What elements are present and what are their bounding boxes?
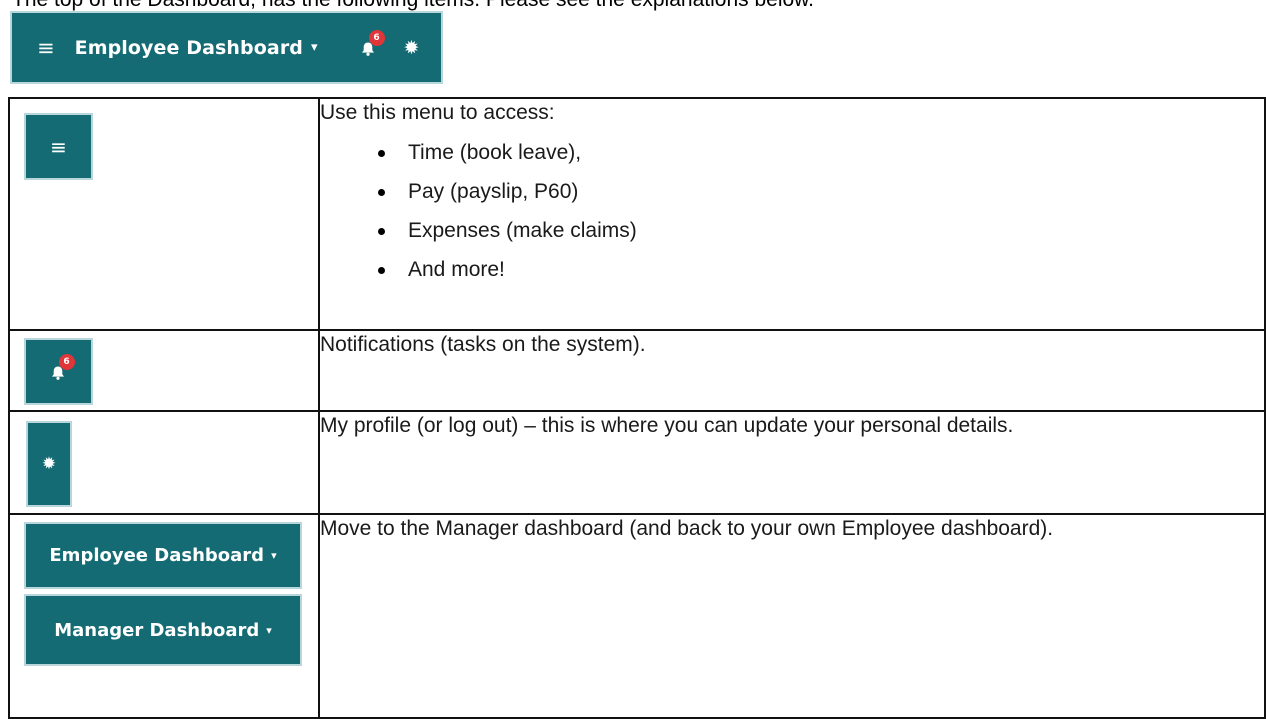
row-description: Notifications (tasks on the system). [320,333,646,356]
list-item: Expenses (make claims) [378,217,1264,244]
menu-items-list: Time (book leave), Pay (payslip, P60) Ex… [320,139,1264,283]
bell-icon: 6 [50,353,75,381]
dashboard-title[interactable]: Employee Dashboard [75,37,303,59]
manager-dashboard-button[interactable]: Manager Dashboard ▾ [24,594,302,666]
explanation-table: ≡ Use this menu to access: Time (book le… [8,97,1266,719]
employee-dashboard-button[interactable]: Employee Dashboard ▾ [24,522,302,589]
list-item: Pay (payslip, P60) [378,178,1264,205]
notifications-button[interactable]: 6 [24,338,93,405]
top-navigation-bar: ≡ Employee Dashboard ▾ 6 ✹ [10,11,443,84]
notification-badge: 6 [58,353,75,370]
list-item: Time (book leave), [378,139,1264,166]
chevron-down-icon: ▾ [271,549,277,562]
notification-badge: 6 [368,29,385,46]
hamburger-menu-icon: ≡ [50,134,67,159]
chevron-down-icon: ▾ [266,623,272,637]
hamburger-menu-icon[interactable]: ≡ [37,36,55,60]
table-row: Employee Dashboard ▾ Manager Dashboard ▾… [8,513,1266,719]
list-item: And more! [378,256,1264,283]
bell-icon[interactable]: 6 [360,29,385,57]
gear-icon[interactable]: ✹ [404,37,420,59]
table-row: 6 Notifications (tasks on the system). [8,329,1266,412]
row-description: My profile (or log out) – this is where … [320,414,1014,437]
manager-dashboard-label: Manager Dashboard [54,619,260,641]
table-row: ≡ Use this menu to access: Time (book le… [8,97,1266,331]
gear-icon: ✹ [41,454,57,474]
row-description: Move to the Manager dashboard (and back … [320,517,1054,540]
settings-button[interactable]: ✹ [26,421,72,507]
row-description: Use this menu to access: [320,101,555,124]
menu-button[interactable]: ≡ [24,113,93,180]
employee-dashboard-label: Employee Dashboard [49,545,265,566]
chevron-down-icon[interactable]: ▾ [311,40,318,55]
table-row: ✹ My profile (or log out) – this is wher… [8,410,1266,515]
